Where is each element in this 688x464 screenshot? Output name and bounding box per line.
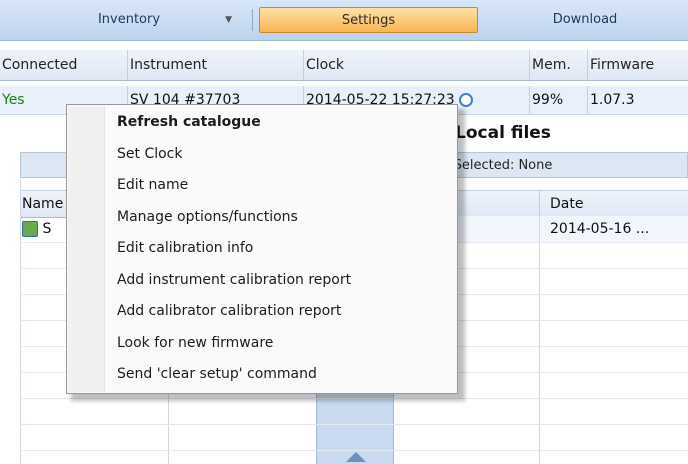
column-header-clock[interactable]: Clock bbox=[304, 50, 530, 80]
tab-download-label: Download bbox=[552, 12, 618, 27]
column-header-instrument[interactable]: Instrument bbox=[128, 50, 304, 80]
cell-memory: 99% bbox=[530, 86, 588, 114]
column-header-name[interactable]: Name bbox=[22, 191, 63, 217]
tab-separator bbox=[252, 9, 253, 31]
menu-item-manage-options[interactable]: Manage options/functions bbox=[117, 202, 298, 234]
menu-item-refresh-catalogue[interactable]: Refresh catalogue bbox=[117, 107, 261, 139]
menu-item-edit-calibration-info[interactable]: Edit calibration info bbox=[117, 233, 253, 265]
menu-item-look-for-new-firmware[interactable]: Look for new firmware bbox=[117, 328, 273, 360]
menu-item-edit-name[interactable]: Edit name bbox=[117, 170, 188, 202]
context-menu: Refresh catalogue Set Clock Edit name Ma… bbox=[66, 104, 458, 394]
transfer-arrow-icon[interactable] bbox=[346, 452, 366, 462]
column-divider bbox=[539, 216, 540, 464]
menu-item-set-clock[interactable]: Set Clock bbox=[117, 139, 182, 171]
tab-settings-label: Settings bbox=[341, 13, 396, 28]
tab-inventory[interactable]: Inventory ▼ bbox=[8, 7, 250, 33]
tab-download[interactable]: Download bbox=[482, 7, 688, 33]
instrument-grid-header: Connected Instrument Clock Mem. Firmware bbox=[0, 50, 688, 81]
local-file-date: 2014-05-16 ... bbox=[550, 221, 650, 237]
menu-item-add-instrument-calibration-report[interactable]: Add instrument calibration report bbox=[117, 265, 351, 297]
column-header-firmware[interactable]: Firmware bbox=[588, 50, 688, 80]
instrument-file-row[interactable]: S bbox=[22, 218, 62, 240]
instrument-file-name: S bbox=[42, 221, 52, 237]
cell-firmware: 1.07.3 bbox=[590, 92, 635, 108]
tab-inventory-label: Inventory bbox=[97, 12, 161, 27]
menu-item-add-calibrator-calibration-report[interactable]: Add calibrator calibration report bbox=[117, 296, 341, 328]
table-border bbox=[20, 180, 21, 464]
column-header-date[interactable]: Date bbox=[550, 191, 583, 217]
clock-icon[interactable] bbox=[458, 93, 473, 107]
context-menu-gutter bbox=[68, 106, 105, 392]
column-divider bbox=[539, 191, 540, 217]
column-header-memory[interactable]: Mem. bbox=[530, 50, 588, 80]
chevron-down-icon[interactable]: ▼ bbox=[225, 7, 232, 33]
ribbon-tab-bar: Inventory ▼ Settings Download bbox=[0, 0, 688, 41]
column-header-connected[interactable]: Connected bbox=[0, 50, 128, 80]
grid-line bbox=[20, 424, 688, 425]
settings-file-icon bbox=[22, 221, 38, 237]
grid-line bbox=[20, 450, 688, 451]
menu-item-send-clear-setup[interactable]: Send 'clear setup' command bbox=[117, 359, 317, 391]
tab-settings[interactable]: Settings bbox=[259, 7, 478, 33]
